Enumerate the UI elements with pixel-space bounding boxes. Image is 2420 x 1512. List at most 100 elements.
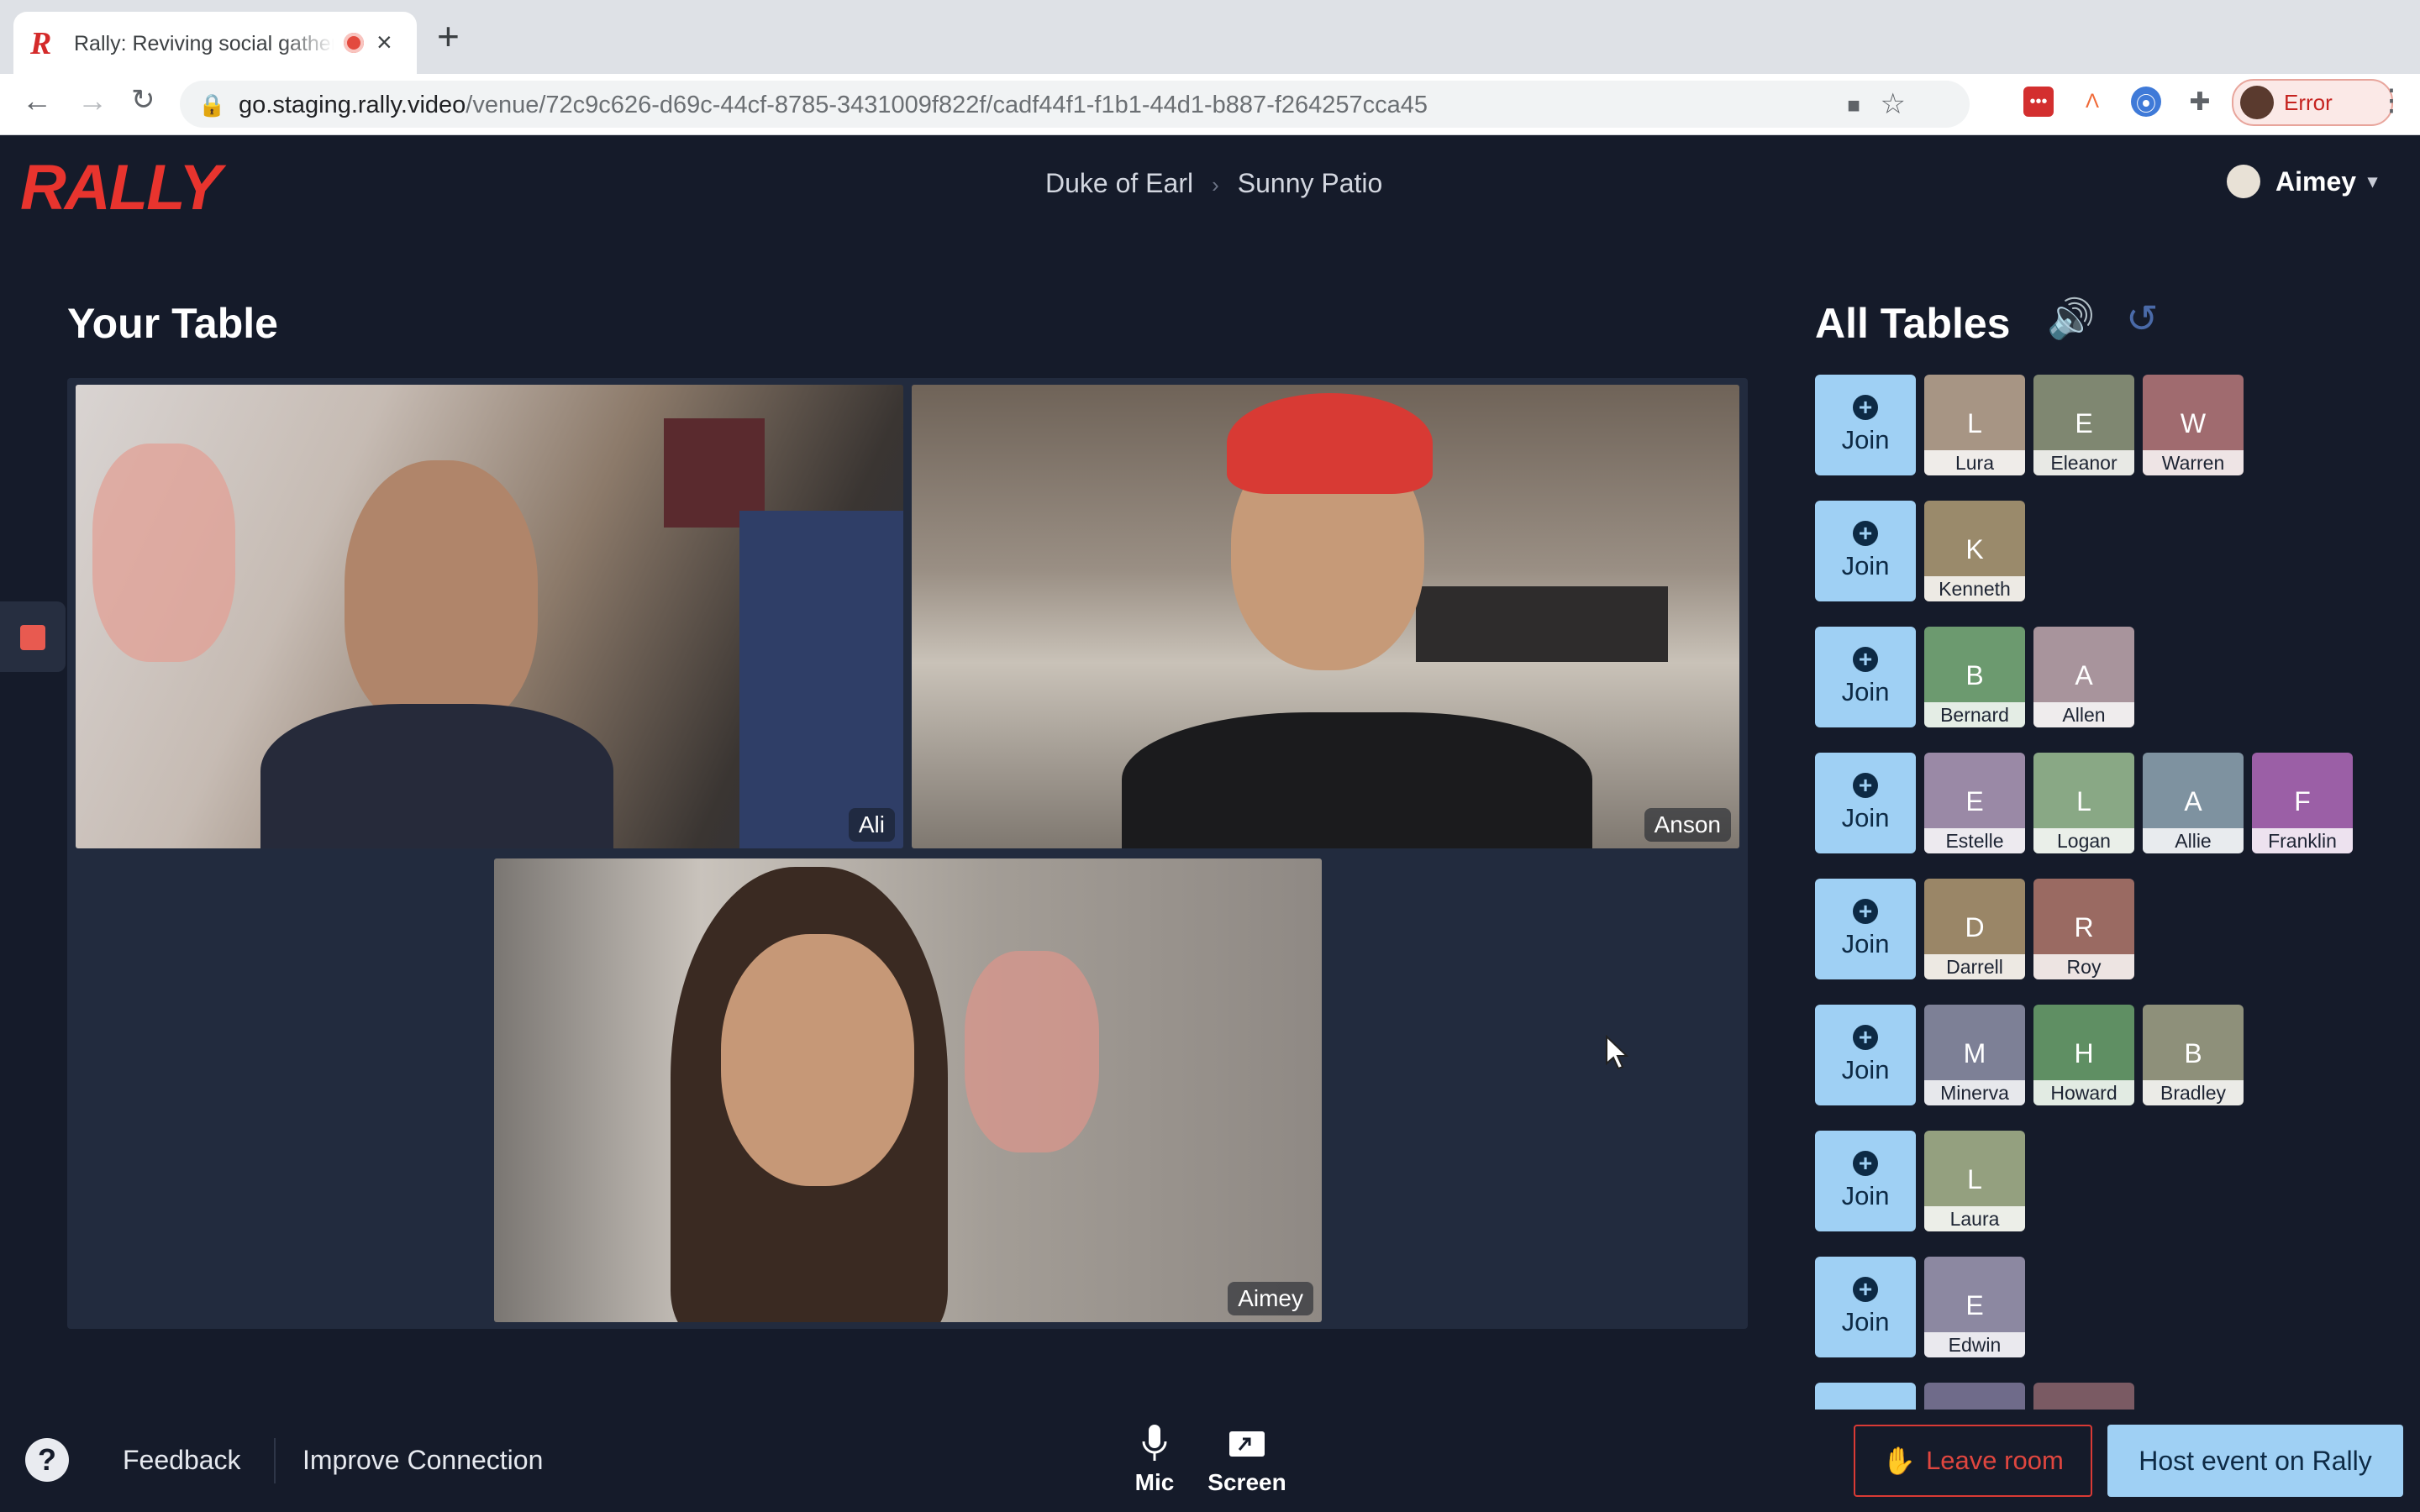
mic-icon bbox=[1142, 1425, 1167, 1461]
table-seat[interactable]: B Bradley bbox=[2143, 1005, 2244, 1105]
kebab-menu-icon[interactable]: ⋮ bbox=[2376, 82, 2407, 118]
video-tile-anson[interactable]: Anson bbox=[912, 385, 1739, 848]
browser-tabstrip: R Rally: Reviving social gatherings × + bbox=[0, 0, 2420, 74]
seat-name: Warren bbox=[2143, 450, 2244, 475]
reload-icon[interactable]: ↻ bbox=[131, 86, 155, 114]
table-seat[interactable]: E Eleanor bbox=[2033, 375, 2134, 475]
rally-logo[interactable]: RALLY bbox=[20, 151, 222, 224]
video-tile-ali[interactable]: Ali bbox=[76, 385, 903, 848]
your-table-title: Your Table bbox=[67, 300, 278, 347]
table-seat[interactable]: W Warren bbox=[2143, 375, 2244, 475]
video-tile-aimey[interactable]: Aimey bbox=[494, 858, 1322, 1322]
browser-tab[interactable]: R Rally: Reviving social gatherings × bbox=[13, 12, 417, 74]
waving-hand-image bbox=[92, 444, 235, 662]
join-label: Join bbox=[1841, 551, 1890, 580]
table-seat[interactable]: L Logan bbox=[2033, 753, 2134, 853]
extension-red-icon[interactable]: ••• bbox=[2023, 87, 2054, 117]
host-event-button[interactable]: Host event on Rally bbox=[2107, 1425, 2403, 1497]
breadcrumb-venue[interactable]: Duke of Earl bbox=[1045, 168, 1193, 198]
tables-list: + Join L Lura E Eleanor W Warren + Join K Kenneth + J… bbox=[1815, 375, 2403, 1410]
puzzle-icon[interactable]: ✚ bbox=[2185, 87, 2215, 117]
video-grid: Ali Anson Aimey bbox=[67, 378, 1748, 1329]
back-icon[interactable]: ← bbox=[22, 86, 52, 116]
join-table-button[interactable]: + Join bbox=[1815, 1131, 1916, 1231]
seat-initial: W bbox=[2180, 408, 2207, 438]
extension-blue-icon[interactable]: ⦿ bbox=[2131, 87, 2161, 117]
mic-label: Mic bbox=[1134, 1469, 1175, 1495]
extension-triangle-icon[interactable]: Λ bbox=[2077, 87, 2107, 117]
join-table-button[interactable]: + Join bbox=[1815, 1257, 1916, 1357]
join-label: Join bbox=[1841, 677, 1890, 706]
screen-label: Screen bbox=[1207, 1469, 1286, 1495]
table-seat[interactable]: D Darrell bbox=[1924, 879, 2025, 979]
table-seat[interactable] bbox=[2033, 1383, 2134, 1410]
profile-avatar bbox=[2240, 86, 2274, 119]
seat-name: Franklin bbox=[2252, 828, 2353, 853]
leave-room-button[interactable]: ✋ Leave room bbox=[1854, 1425, 2092, 1497]
join-table-button[interactable]: + Join bbox=[1815, 627, 1916, 727]
seat-initial: E bbox=[1965, 786, 1984, 816]
table-seat[interactable]: K Kenneth bbox=[1924, 501, 2025, 601]
table-seat[interactable]: R Roy bbox=[2033, 879, 2134, 979]
join-table-button[interactable] bbox=[1815, 1383, 1916, 1410]
improve-connection-link[interactable]: Improve Connection bbox=[302, 1445, 543, 1476]
table-seat[interactable] bbox=[1924, 1383, 2025, 1410]
join-table-button[interactable]: + Join bbox=[1815, 753, 1916, 853]
join-label: Join bbox=[1841, 1055, 1890, 1084]
close-tab-icon[interactable]: × bbox=[376, 27, 392, 58]
speaker-icon[interactable]: 🔊 bbox=[2047, 296, 2095, 342]
help-button[interactable]: ? bbox=[25, 1438, 69, 1482]
recording-icon bbox=[344, 33, 364, 53]
seat-initial: E bbox=[1965, 1290, 1984, 1320]
table-seat[interactable]: L Laura bbox=[1924, 1131, 2025, 1231]
forward-icon[interactable]: → bbox=[77, 86, 108, 116]
table-seat[interactable]: H Howard bbox=[2033, 1005, 2134, 1105]
seat-name: Logan bbox=[2033, 828, 2134, 853]
join-table-button[interactable]: + Join bbox=[1815, 375, 1916, 475]
table-seat[interactable]: L Lura bbox=[1924, 375, 2025, 475]
table-seat[interactable]: F Franklin bbox=[2252, 753, 2353, 853]
plus-circle-icon: + bbox=[1853, 1277, 1878, 1302]
table-seat[interactable]: A Allie bbox=[2143, 753, 2244, 853]
table-seat[interactable]: M Minerva bbox=[1924, 1005, 2025, 1105]
history-icon[interactable]: ↺ bbox=[2126, 296, 2159, 341]
join-label: Join bbox=[1841, 1181, 1890, 1210]
seat-initial: M bbox=[1963, 1038, 1986, 1068]
table-seat[interactable]: E Estelle bbox=[1924, 753, 2025, 853]
star-icon[interactable]: ☆ bbox=[1881, 87, 1906, 121]
plus-circle-icon: + bbox=[1853, 395, 1878, 420]
seat-initial: E bbox=[2075, 408, 2093, 438]
stop-recording-button[interactable] bbox=[0, 601, 66, 672]
red-beanie-image bbox=[1227, 393, 1433, 494]
address-bar[interactable]: 🔒 go.staging.rally.video/venue/72c9c626-… bbox=[180, 81, 1970, 128]
join-table-button[interactable]: + Join bbox=[1815, 879, 1916, 979]
seat-name: Bernard bbox=[1924, 702, 2025, 727]
join-table-button[interactable]: + Join bbox=[1815, 1005, 1916, 1105]
user-name: Aimey bbox=[2275, 165, 2357, 197]
screen-share-button[interactable]: Screen bbox=[1205, 1423, 1289, 1496]
mic-button[interactable]: Mic bbox=[1126, 1423, 1183, 1496]
user-menu[interactable]: Aimey ▾ bbox=[2227, 165, 2377, 198]
camera-icon[interactable]: ■ bbox=[1847, 92, 1860, 118]
seat-name: Edwin bbox=[1924, 1332, 2025, 1357]
seat-name: Estelle bbox=[1924, 828, 2025, 853]
feedback-link[interactable]: Feedback bbox=[123, 1445, 241, 1476]
hand-icon: ✋ bbox=[1882, 1446, 1917, 1476]
breadcrumb-room[interactable]: Sunny Patio bbox=[1238, 168, 1383, 198]
browser-toolbar: ← → ↻ 🔒 go.staging.rally.video/venue/72c… bbox=[0, 74, 2420, 135]
breadcrumb-separator-icon: › bbox=[1212, 172, 1219, 197]
new-tab-button[interactable]: + bbox=[437, 17, 460, 55]
breadcrumb: Duke of Earl › Sunny Patio bbox=[1045, 168, 1382, 199]
board-image bbox=[739, 511, 903, 848]
table-row-partial bbox=[1815, 1383, 2403, 1410]
seat-initial: F bbox=[2294, 786, 2311, 816]
seat-initial: R bbox=[2074, 912, 2094, 942]
seat-name: Howard bbox=[2033, 1080, 2134, 1105]
table-seat[interactable]: A Allen bbox=[2033, 627, 2134, 727]
table-seat[interactable]: B Bernard bbox=[1924, 627, 2025, 727]
join-table-button[interactable]: + Join bbox=[1815, 501, 1916, 601]
table-seat[interactable]: E Edwin bbox=[1924, 1257, 2025, 1357]
profile-button[interactable]: Error bbox=[2232, 79, 2393, 126]
table-row: + Join D Darrell R Roy bbox=[1815, 879, 2403, 979]
table-row: + Join L Laura bbox=[1815, 1131, 2403, 1231]
